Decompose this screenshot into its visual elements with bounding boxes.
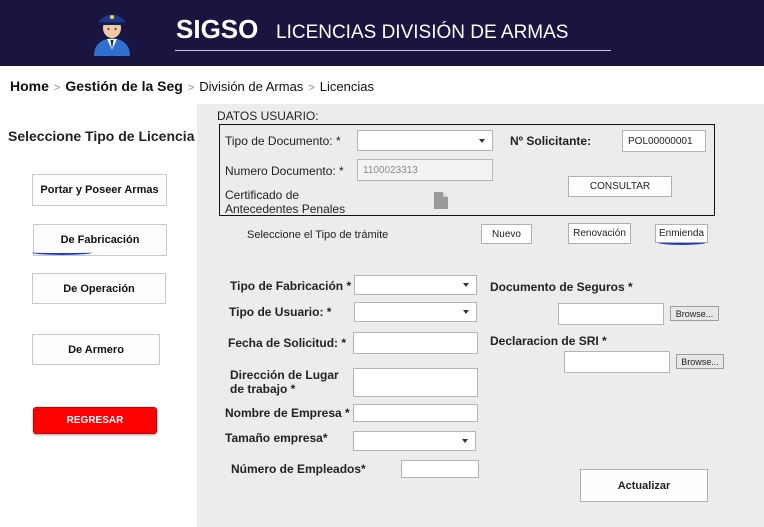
breadcrumb: Home > Gestión de la Seg > División de Armas…	[10, 78, 374, 94]
browse-sri-button[interactable]: Browse...	[676, 354, 724, 369]
breadcrumb-separator: >	[187, 82, 195, 94]
solicitante-field[interactable]: POL00000001	[622, 130, 706, 152]
direccion-label: Dirección de Lugar de trabajo *	[230, 368, 339, 396]
police-officer-icon	[90, 6, 134, 58]
breadcrumb-separator: >	[308, 82, 315, 94]
fecha-solicitud-label: Fecha de Solicitud: *	[228, 336, 347, 350]
browse-seguros-button[interactable]: Browse...	[670, 306, 719, 321]
breadcrumb-division[interactable]: División de Armas	[199, 79, 303, 94]
tipo-documento-label: Tipo de Documento: *	[225, 134, 341, 148]
breadcrumb-home[interactable]: Home	[10, 78, 49, 94]
nuevo-button[interactable]: Nuevo	[481, 224, 532, 244]
annotation-underline	[658, 240, 706, 245]
breadcrumb-separator: >	[53, 82, 61, 94]
documento-seguros-label: Documento de Seguros *	[490, 280, 633, 294]
app-subtitle: LICENCIAS DIVISIÓN DE ARMAS	[276, 22, 569, 43]
breadcrumb-licencias: Licencias	[319, 79, 374, 94]
declaracion-sri-file-field[interactable]	[564, 351, 670, 373]
tipo-usuario-select[interactable]	[354, 302, 477, 322]
numero-documento-field[interactable]: 1100023313	[357, 159, 493, 181]
documento-seguros-file-field[interactable]	[558, 303, 664, 325]
license-operacion-button[interactable]: De Operación	[32, 273, 166, 304]
nombre-empresa-field[interactable]	[353, 404, 478, 422]
certificado-label-line2: Antecedentes Penales	[225, 202, 346, 216]
tamano-empresa-select[interactable]	[353, 431, 476, 451]
nombre-empresa-label: Nombre de Empresa *	[225, 406, 350, 420]
numero-empleados-label: Número de Empleados*	[231, 462, 366, 476]
numero-documento-label: Numero Documento: *	[225, 164, 344, 178]
direccion-field[interactable]	[353, 368, 478, 397]
direccion-label-line1: Dirección de Lugar	[230, 368, 339, 382]
fecha-solicitud-field[interactable]	[353, 332, 478, 354]
annotation-underline	[32, 250, 92, 255]
consultar-button[interactable]: CONSULTAR	[568, 176, 672, 197]
tipo-fabricacion-label: Tipo de Fabricación *	[230, 279, 352, 293]
declaracion-sri-label: Declaracion de SRI *	[490, 334, 607, 348]
tamano-empresa-label: Tamaño empresa*	[225, 431, 328, 445]
tipo-documento-select[interactable]	[357, 130, 493, 151]
tipo-fabricacion-select[interactable]	[354, 275, 477, 295]
solicitante-label: Nº Solicitante:	[510, 134, 592, 148]
tipo-usuario-label: Tipo de Usuario: *	[229, 305, 332, 319]
renovacion-button[interactable]: Renovación	[568, 223, 631, 244]
regresar-button[interactable]: REGRESAR	[33, 407, 157, 434]
document-icon[interactable]	[434, 192, 448, 209]
direccion-label-line2: de trabajo *	[230, 382, 296, 396]
numero-empleados-field[interactable]	[401, 460, 479, 478]
actualizar-button[interactable]: Actualizar	[580, 469, 708, 502]
tramite-label: Seleccione el Tipo de trámite	[247, 229, 389, 241]
sidebar-title: Seleccione Tipo de Licencia	[8, 128, 195, 144]
app-brand: SIGSO	[176, 14, 259, 44]
certificado-label: Certificado de Antecedentes Penales	[225, 188, 345, 216]
header-divider	[175, 50, 611, 51]
certificado-label-line1: Certificado de	[225, 188, 300, 202]
license-armero-button[interactable]: De Armero	[32, 334, 160, 365]
datos-usuario-title: DATOS USUARIO:	[217, 109, 319, 123]
license-portar-button[interactable]: Portar y Poseer Armas	[32, 174, 167, 206]
breadcrumb-gestion[interactable]: Gestión de la Seg	[65, 78, 182, 94]
